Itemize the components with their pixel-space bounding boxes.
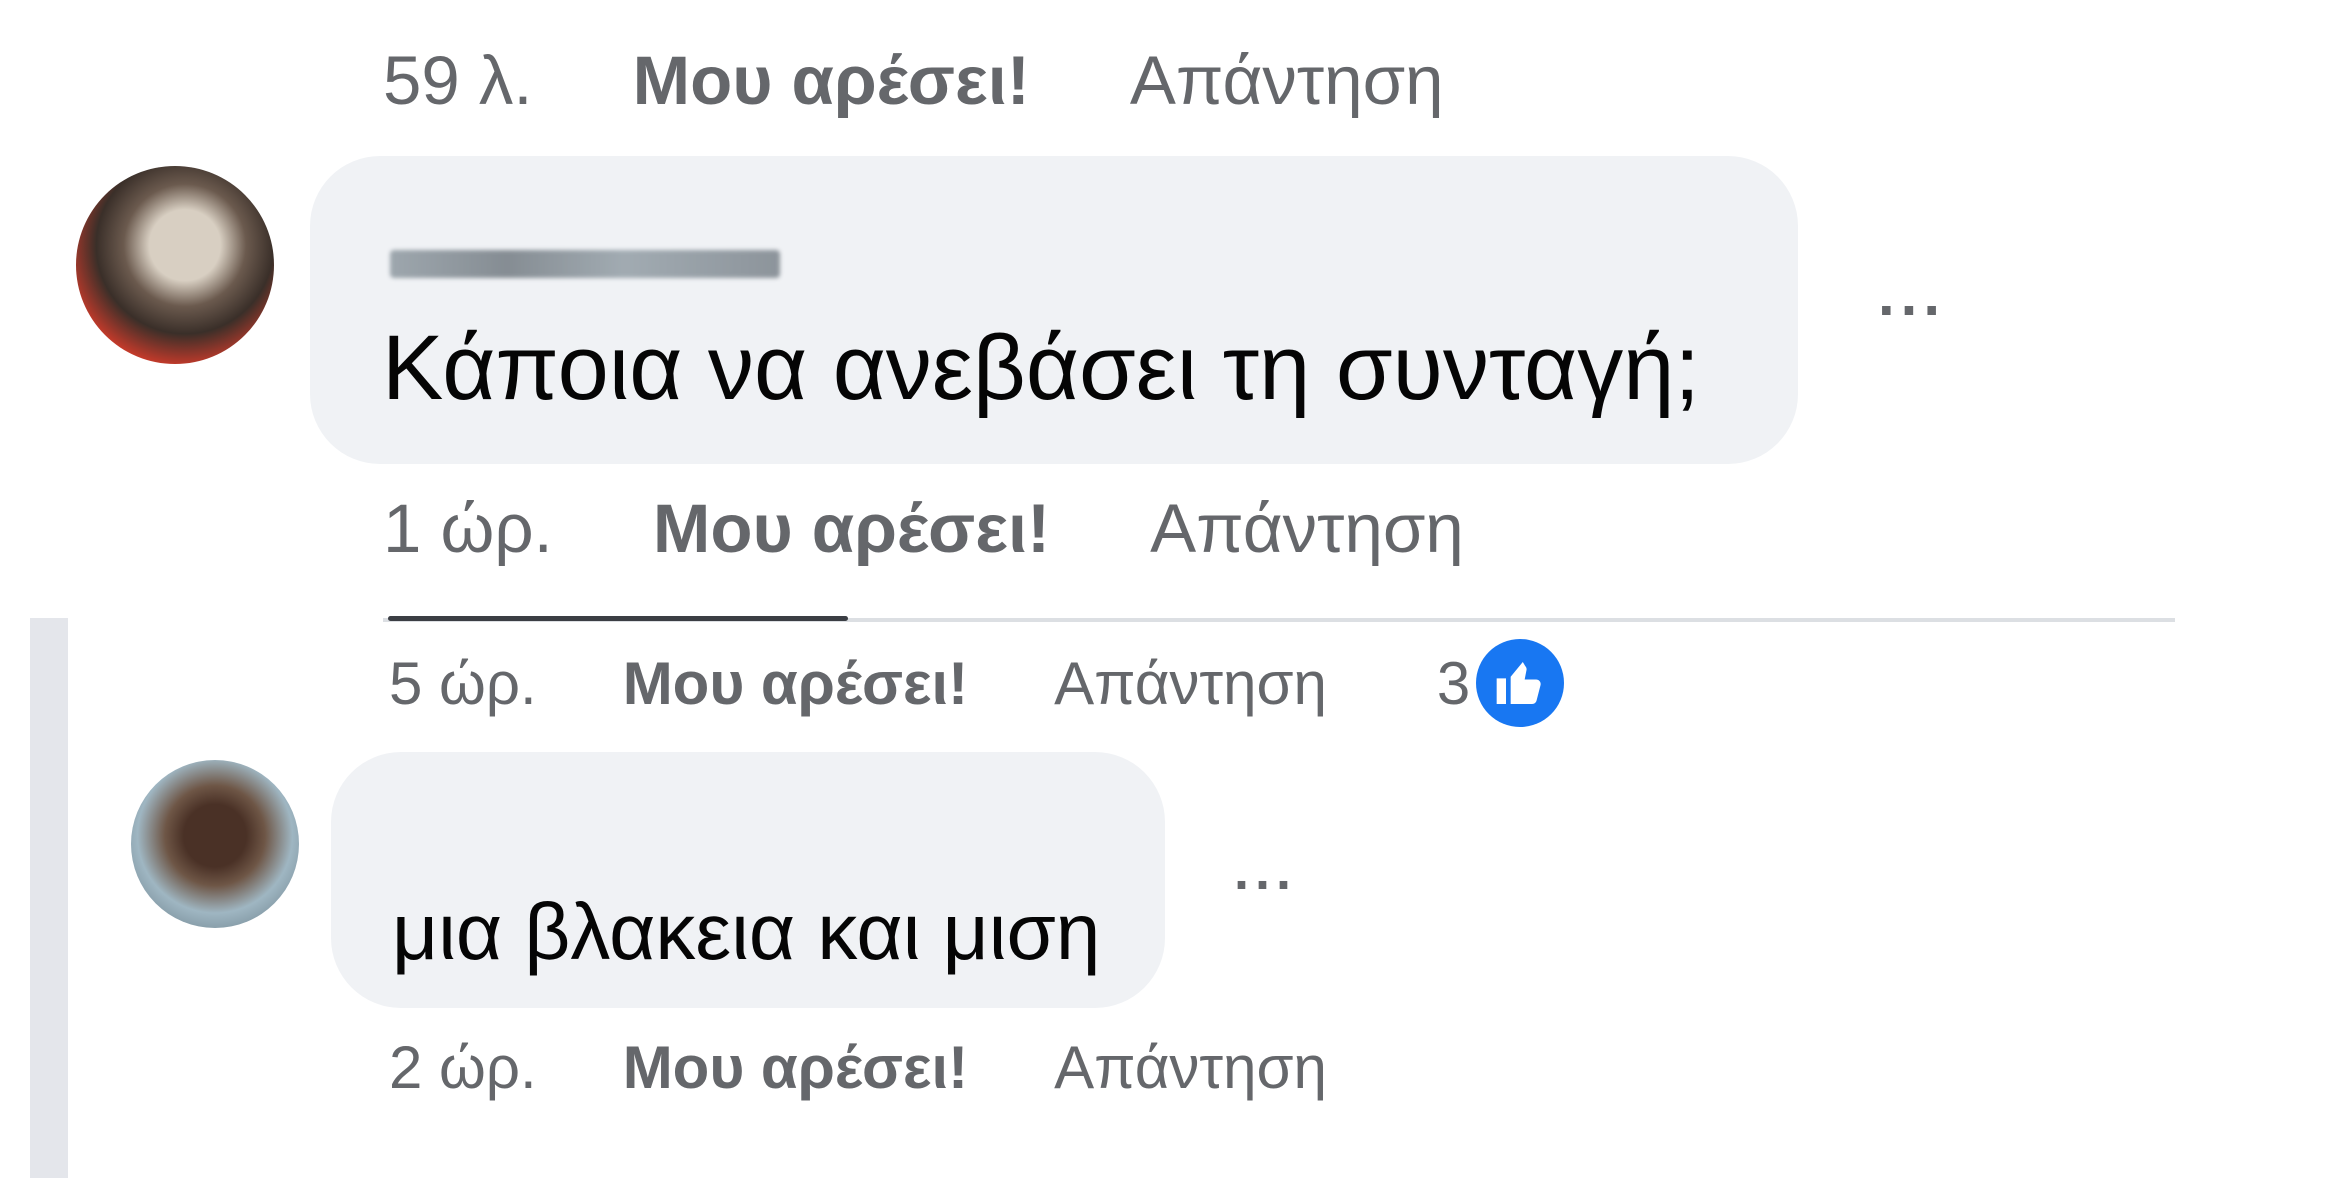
more-options-button[interactable]: ... <box>1234 840 1297 902</box>
reply-actions: 2 ώρ. Μου αρέσει! Απάντηση <box>389 1032 1327 1102</box>
thumbs-up-icon[interactable] <box>1476 639 1565 727</box>
like-button[interactable]: Μου αρέσει! <box>653 489 1050 568</box>
reply-button[interactable]: Απάντηση <box>1054 649 1327 718</box>
author-name-redacted[interactable] <box>390 250 780 278</box>
reply-button[interactable]: Απάντηση <box>1150 489 1464 568</box>
like-button[interactable]: Μου αρέσει! <box>623 649 968 718</box>
comment-bubble: Κάποια να ανεβάσει τη συνταγή; <box>310 156 1798 464</box>
comment-text: Κάποια να ανεβάσει τη συνταγή; <box>382 317 1700 419</box>
reply-timestamp[interactable]: 2 ώρ. <box>389 1033 537 1102</box>
reply-button[interactable]: Απάντηση <box>1054 1033 1327 1102</box>
like-button[interactable]: Μου αρέσει! <box>623 1033 968 1102</box>
comment-actions: 1 ώρ. Μου αρέσει! Απάντηση <box>383 488 1464 568</box>
like-button[interactable]: Μου αρέσει! <box>633 41 1030 120</box>
more-options-button[interactable]: ... <box>1878 260 1946 329</box>
divider-accent <box>388 616 848 621</box>
reply-actions: 5 ώρ. Μου αρέσει! Απάντηση 3 <box>389 639 1565 727</box>
reply-timestamp[interactable]: 5 ώρ. <box>389 649 537 718</box>
avatar[interactable] <box>131 760 299 928</box>
comment-actions: 59 λ. Μου αρέσει! Απάντηση <box>383 40 1444 120</box>
avatar[interactable] <box>76 166 274 364</box>
reply-button[interactable]: Απάντηση <box>1130 41 1444 120</box>
reply-thread-line <box>30 618 68 1178</box>
comment-bubble: μια βλακεια και μιση <box>331 752 1165 1008</box>
comment-timestamp[interactable]: 59 λ. <box>383 41 533 120</box>
comment-text: μια βλακεια και μιση <box>392 887 1101 976</box>
reaction-count[interactable]: 3 <box>1437 649 1470 718</box>
comment-timestamp[interactable]: 1 ώρ. <box>383 489 553 568</box>
